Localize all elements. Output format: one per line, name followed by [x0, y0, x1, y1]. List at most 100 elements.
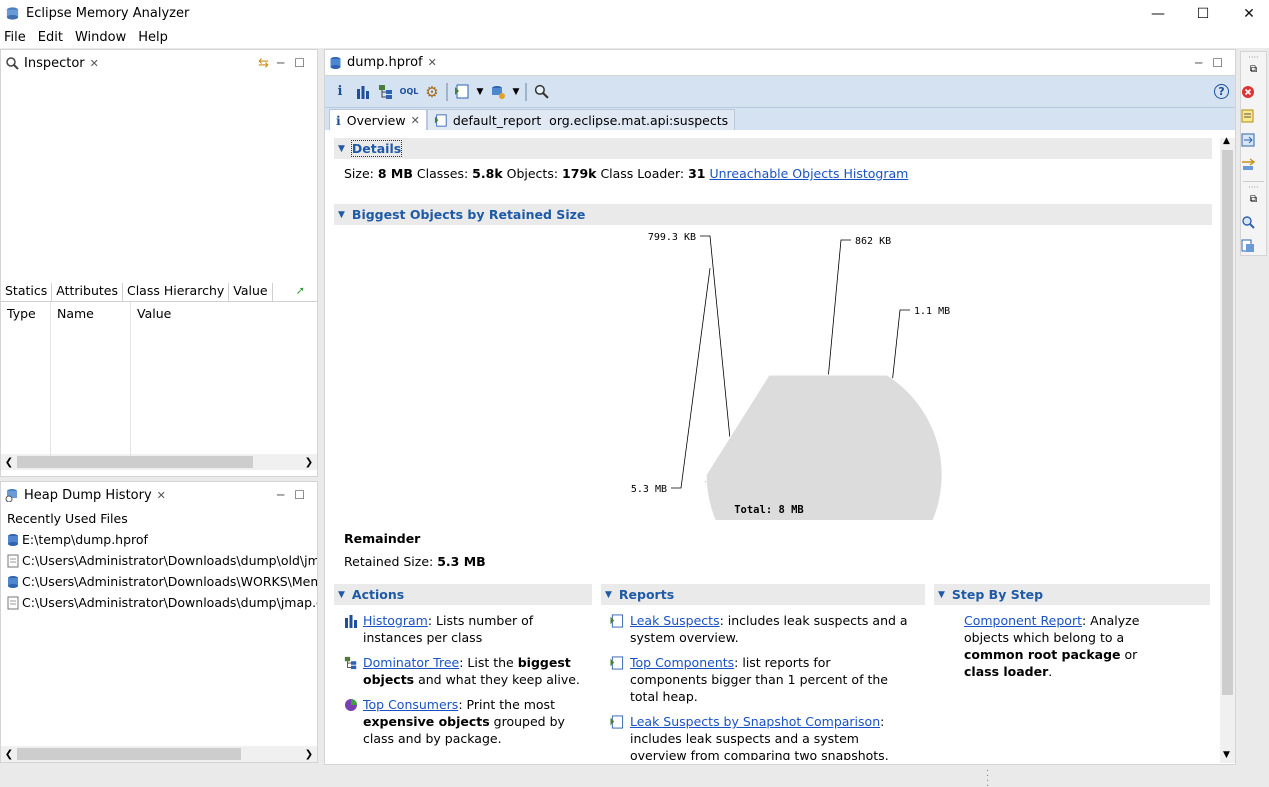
inspector-title: Inspector [24, 55, 85, 71]
tab-attributes[interactable]: Attributes [52, 283, 123, 301]
pin-icon[interactable]: ➚ [296, 284, 305, 301]
details-header[interactable]: ▼ Details [334, 138, 1212, 159]
inspector-icon[interactable] [1241, 215, 1255, 229]
query-browser-icon[interactable] [489, 83, 507, 101]
leak-suspects-link[interactable]: Leak Suspects [630, 613, 720, 628]
pie-slice[interactable] [705, 374, 943, 594]
compare-basket-icon[interactable] [1241, 157, 1256, 171]
recently-used-label: Recently Used Files [7, 511, 128, 526]
heap-dump-overview-icon[interactable]: ⚙ [423, 83, 441, 101]
minimize-editor-icon[interactable]: ─ [1195, 56, 1202, 70]
close-inspector-icon[interactable]: ✕ [90, 57, 99, 70]
maximize-button[interactable]: ☐ [1180, 0, 1226, 28]
editor-tab[interactable]: dump.hprof ✕ ─ ☐ [325, 50, 1235, 76]
scroll-thumb[interactable] [17, 748, 241, 760]
chevron-down-icon[interactable]: ▼ [512, 83, 520, 101]
inspector-tab[interactable]: Inspector ✕ ⇆ ─ ☐ [1, 50, 317, 76]
menu-bar: File Edit Window Help [0, 28, 1269, 48]
list-item[interactable]: C:\Users\Administrator\Downloads\WORKS\M… [1, 571, 317, 592]
scroll-right-icon[interactable]: ❯ [301, 749, 317, 760]
oql-icon[interactable]: OQL [400, 83, 419, 101]
title-bar: Eclipse Memory Analyzer — ☐ ✕ [0, 0, 1269, 28]
list-item: Top Components: list reports for compone… [609, 654, 911, 705]
run-report-icon[interactable] [453, 83, 471, 101]
maximize-view-icon[interactable]: ☐ [294, 488, 305, 502]
leader-line [671, 268, 711, 489]
minimize-view-icon[interactable]: ─ [277, 488, 284, 502]
unreachable-objects-link[interactable]: Unreachable Objects Histogram [709, 166, 908, 181]
notes-icon[interactable] [1241, 109, 1255, 123]
close-editor-icon[interactable]: ✕ [428, 56, 437, 69]
status-bar-grip-icon: · · · · [986, 766, 990, 787]
list-item[interactable]: C:\Users\Administrator\Downloads\dump\ol… [1, 550, 317, 571]
scroll-thumb[interactable] [1222, 150, 1233, 695]
reports-header[interactable]: ▼ Reports [601, 584, 925, 605]
minimize-button[interactable]: — [1135, 0, 1181, 28]
heap-dump-file-icon [8, 575, 18, 588]
maximize-editor-icon[interactable]: ☐ [1212, 56, 1223, 70]
list-item[interactable]: E:\temp\dump.hprof [1, 529, 317, 550]
navigation-history-icon[interactable] [1241, 133, 1255, 147]
scroll-left-icon[interactable]: ❮ [1, 457, 17, 468]
dominator-tree-link[interactable]: Dominator Tree [363, 655, 459, 670]
menu-help[interactable]: Help [134, 28, 176, 48]
biggest-objects-header[interactable]: ▼ Biggest Objects by Retained Size [334, 204, 1212, 225]
right-trim-stack: ···· ⧉ ···· ⧉ [1240, 51, 1267, 256]
history-tab[interactable]: Heap Dump History ✕ ─ ☐ [1, 482, 317, 508]
column-type[interactable]: Type [1, 302, 51, 462]
menu-edit[interactable]: Edit [34, 28, 71, 48]
list-item[interactable]: C:\Users\Administrator\Downloads\dump\jm… [1, 592, 317, 613]
help-icon[interactable]: ? [1214, 84, 1229, 99]
component-report-link[interactable]: Component Report [964, 613, 1082, 628]
collapse-icon: ▼ [938, 589, 945, 600]
heap-dump-details-icon[interactable] [1241, 239, 1255, 253]
tab-overview[interactable]: i Overview ✕ [329, 109, 427, 130]
close-button[interactable]: ✕ [1226, 0, 1269, 28]
biggest-objects-pie-chart[interactable]: 1.1 MB 862 KB 799.3 KB 5.3 MB Total: 8 MB [334, 225, 1212, 594]
tab-default-report[interactable]: default_report org.eclipse.mat.api:suspe… [426, 109, 736, 130]
overview-icon[interactable]: i [331, 83, 349, 101]
editor-tab-label: dump.hprof [347, 55, 423, 70]
histogram-icon [345, 615, 357, 628]
column-name[interactable]: Name [51, 302, 131, 462]
column-value[interactable]: Value [131, 302, 311, 462]
scroll-right-icon[interactable]: ❯ [301, 457, 317, 468]
tab-statics[interactable]: Statics [1, 283, 53, 301]
actions-header[interactable]: ▼ Actions [334, 584, 592, 605]
collapse-icon: ▼ [605, 589, 612, 600]
restore-icon[interactable]: ⧉ [1247, 194, 1261, 208]
close-history-icon[interactable]: ✕ [157, 489, 166, 502]
scroll-down-icon[interactable]: ▼ [1223, 750, 1230, 760]
menu-window[interactable]: Window [71, 28, 134, 48]
dominator-tree-icon[interactable] [377, 83, 395, 101]
tab-value[interactable]: Value [229, 283, 273, 301]
close-tab-icon[interactable]: ✕ [411, 114, 420, 127]
tab-class-hierarchy[interactable]: Class Hierarchy [123, 283, 230, 301]
slice-label: 862 KB [855, 236, 891, 247]
reports-list: Leak Suspects: includes leak suspects an… [601, 605, 911, 760]
histogram-icon[interactable] [354, 83, 372, 101]
top-components-link[interactable]: Top Components [630, 655, 734, 670]
file-icon [7, 596, 19, 609]
maximize-view-icon[interactable]: ☐ [294, 56, 305, 70]
overview-vscrollbar[interactable]: ▲ ▼ [1220, 136, 1235, 763]
actions-section: ▼ Actions Histogram: Lists number of ins… [334, 584, 592, 760]
snapshot-comparison-link[interactable]: Leak Suspects by Snapshot Comparison [630, 714, 880, 729]
minimize-view-icon[interactable]: ─ [277, 56, 284, 70]
link-with-editor-icon[interactable]: ⇆ [258, 56, 269, 71]
error-log-icon[interactable] [1241, 85, 1255, 99]
reports-section: ▼ Reports Leak Suspects: includes leak s… [601, 584, 925, 760]
histogram-link[interactable]: Histogram [363, 613, 428, 628]
search-icon[interactable] [532, 83, 550, 101]
scroll-left-icon[interactable]: ❮ [1, 749, 17, 760]
size-value: 8 MB [377, 166, 413, 181]
menu-file[interactable]: File [0, 28, 34, 48]
report-icon [610, 715, 624, 729]
step-by-step-header[interactable]: ▼ Step By Step [934, 584, 1210, 605]
chevron-down-icon[interactable]: ▼ [476, 83, 484, 101]
history-hscrollbar[interactable]: ❮ ❯ [1, 746, 317, 762]
restore-icon[interactable]: ⧉ [1247, 64, 1261, 78]
scroll-up-icon[interactable]: ▲ [1223, 136, 1230, 146]
top-consumers-link[interactable]: Top Consumers [363, 697, 458, 712]
scroll-thumb[interactable] [17, 456, 253, 468]
